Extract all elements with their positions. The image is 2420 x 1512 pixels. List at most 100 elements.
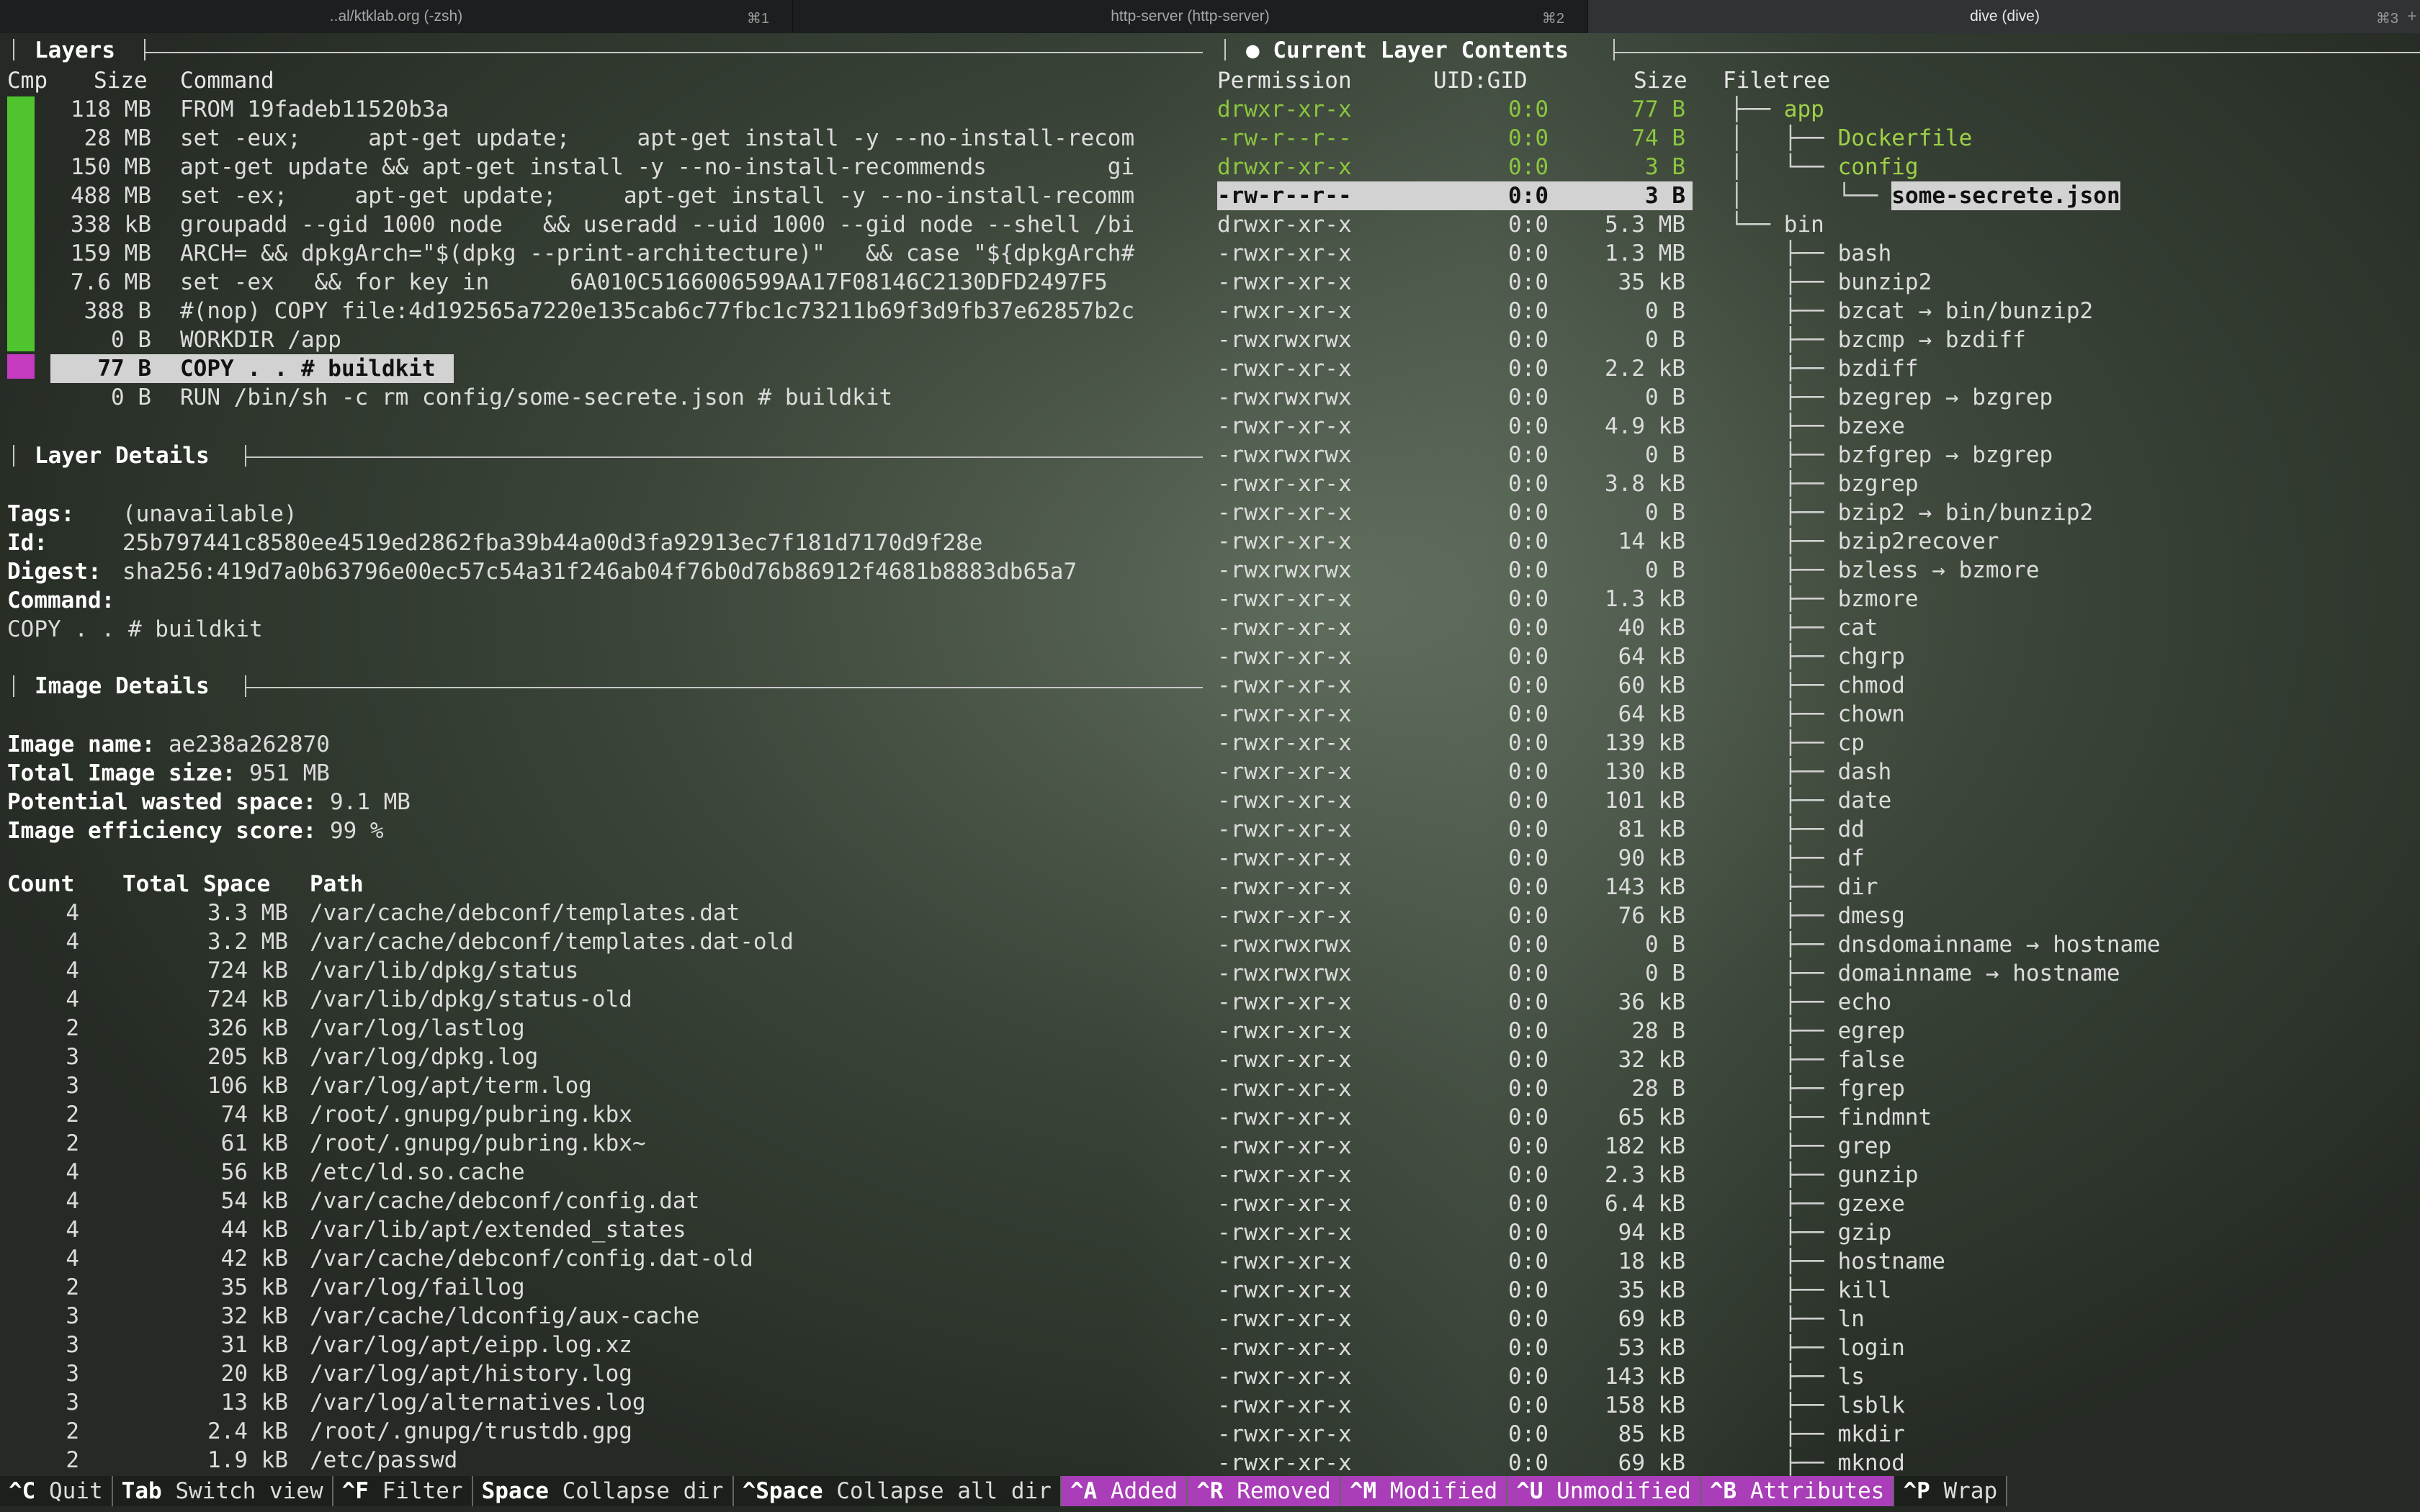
file-row[interactable]: -rwxr-xr-x 0:0 90 kB ├── df bbox=[1217, 844, 2420, 873]
file-uidgid: 0:0 bbox=[1508, 932, 1549, 958]
file-row[interactable]: -rwxrwxrwx 0:0 0 B ├── domainname → hostna… bbox=[1217, 959, 2420, 988]
file-row[interactable]: -rwxr-xr-x 0:0 69 kB ├── ln bbox=[1217, 1305, 2420, 1333]
file-row[interactable]: -rwxr-xr-x 0:0 139 kB ├── cp bbox=[1217, 729, 2420, 757]
file-name: cat bbox=[1837, 615, 1878, 641]
file-row[interactable]: -rwxr-xr-x 0:0 64 kB ├── chown bbox=[1217, 700, 2420, 729]
file-row[interactable]: -rwxr-xr-x 0:0 1.3 MB ├── bash bbox=[1217, 239, 2420, 268]
file-row[interactable]: -rwxr-xr-x 0:0 28 B ├── egrep bbox=[1217, 1017, 2420, 1045]
wasted-space-label: Potential wasted space: bbox=[7, 789, 317, 815]
keybinding-switch-view[interactable]: Tab Switch view bbox=[112, 1476, 333, 1506]
file-size: 0 B bbox=[1645, 384, 1685, 410]
file-row[interactable]: drwxr-xr-x 0:0 77 B ├── app bbox=[1217, 95, 2420, 124]
tree-branch: └── bbox=[1730, 212, 1784, 238]
keybinding-filter[interactable]: ^F Filter bbox=[333, 1476, 473, 1506]
keybinding-removed[interactable]: ^R Removed bbox=[1188, 1476, 1341, 1506]
keybinding-attributes[interactable]: ^B Attributes bbox=[1700, 1476, 1895, 1506]
keybinding-added[interactable]: ^A Added bbox=[1061, 1476, 1188, 1506]
waste-count: 4 bbox=[66, 1246, 79, 1272]
file-row[interactable]: drwxr-xr-x 0:0 5.3 MB └── bin bbox=[1217, 210, 2420, 239]
tab-http-server[interactable]: http-server (http-server) ⌘2 bbox=[793, 0, 1588, 33]
file-row[interactable]: -rwxr-xr-x 0:0 36 kB ├── echo bbox=[1217, 988, 2420, 1017]
file-row[interactable]: -rwxr-xr-x 0:0 35 kB ├── bunzip2 bbox=[1217, 268, 2420, 297]
waste-row: 4 724 kB/var/lib/dpkg/status bbox=[7, 956, 1196, 985]
tab-zsh[interactable]: ..al/ktklab.org (-zsh) ⌘1 bbox=[0, 0, 793, 33]
file-row[interactable]: -rwxr-xr-x 0:0 35 kB ├── kill bbox=[1217, 1276, 2420, 1305]
layer-row[interactable]: 28 MB set -eux; apt-get update; apt-get i… bbox=[50, 124, 1203, 153]
waste-row: 4 42 kB/var/cache/debconf/config.dat-old bbox=[7, 1244, 1196, 1273]
layer-row[interactable]: 338 kB groupadd --gid 1000 node && userad… bbox=[50, 210, 1203, 239]
file-row[interactable]: -rwxr-xr-x 0:0 53 kB ├── login bbox=[1217, 1333, 2420, 1362]
file-row[interactable]: -rwxr-xr-x 0:0 2.3 kB ├── gunzip bbox=[1217, 1161, 2420, 1189]
file-row[interactable]: drwxr-xr-x 0:0 3 B │ └── config bbox=[1217, 153, 2420, 181]
file-row[interactable]: -rwxr-xr-x 0:0 64 kB ├── chgrp bbox=[1217, 642, 2420, 671]
file-row[interactable]: -rwxr-xr-x 0:0 158 kB ├── lsblk bbox=[1217, 1391, 2420, 1420]
file-row[interactable]: -rwxr-xr-x 0:0 28 B ├── fgrep bbox=[1217, 1074, 2420, 1103]
keybinding-unmodified[interactable]: ^U Unmodified bbox=[1507, 1476, 1701, 1506]
file-row[interactable]: -rwxrwxrwx 0:0 0 B ├── bzfgrep → bzgrep bbox=[1217, 441, 2420, 469]
file-row[interactable]: -rwxr-xr-x 0:0 1.3 kB ├── bzmore bbox=[1217, 585, 2420, 613]
file-row[interactable]: -rwxr-xr-x 0:0 0 B ├── bzip2 → bin/bunzip2 bbox=[1217, 498, 2420, 527]
file-row[interactable]: -rwxr-xr-x 0:0 4.9 kB ├── bzexe bbox=[1217, 412, 2420, 441]
waste-total: 42 kB bbox=[220, 1246, 288, 1272]
layer-row[interactable]: 150 MB apt-get update && apt-get install … bbox=[50, 153, 1203, 181]
file-row[interactable]: -rwxrwxrwx 0:0 0 B ├── bzegrep → bzgrep bbox=[1217, 383, 2420, 412]
file-size: 0 B bbox=[1645, 500, 1685, 526]
keybinding-wrap[interactable]: ^P Wrap bbox=[1894, 1476, 2008, 1506]
file-row[interactable]: -rwxr-xr-x 0:0 130 kB ├── dash bbox=[1217, 757, 2420, 786]
file-row[interactable]: -rwxr-xr-x 0:0 101 kB ├── date bbox=[1217, 786, 2420, 815]
file-row[interactable]: -rwxr-xr-x 0:0 2.2 kB ├── bzdiff bbox=[1217, 354, 2420, 383]
keybinding-collapse-dir[interactable]: Space Collapse dir bbox=[472, 1476, 734, 1506]
file-row[interactable]: -rwxr-xr-x 0:0 85 kB ├── mkdir bbox=[1217, 1420, 2420, 1449]
file-row[interactable]: -rwxr-xr-x 0:0 143 kB ├── dir bbox=[1217, 873, 2420, 901]
file-uidgid: 0:0 bbox=[1508, 1220, 1549, 1246]
waste-row: 3 20 kB/var/log/apt/history.log bbox=[7, 1359, 1196, 1388]
file-row[interactable]: -rwxrwxrwx 0:0 0 B ├── dnsdomainname → hos… bbox=[1217, 930, 2420, 959]
tree-branch: ├── bbox=[1730, 672, 1838, 698]
keybinding-modified[interactable]: ^M Modified bbox=[1340, 1476, 1508, 1506]
file-row[interactable]: -rwxr-xr-x 0:0 3.8 kB ├── bzgrep bbox=[1217, 469, 2420, 498]
layer-row[interactable]: 77 B COPY . . # buildkit bbox=[50, 354, 1203, 383]
layer-row[interactable]: 7.6 MB set -ex && for key in 6A010C516600… bbox=[50, 268, 1203, 297]
file-row[interactable]: -rwxr-xr-x 0:0 0 B ├── bzcat → bin/bunzip2 bbox=[1217, 297, 2420, 325]
file-permission: -rwxr-xr-x bbox=[1217, 1018, 1352, 1044]
file-row[interactable]: -rwxr-xr-x 0:0 81 kB ├── dd bbox=[1217, 815, 2420, 844]
file-permission: -rwxr-xr-x bbox=[1217, 730, 1352, 756]
keybinding-key: ^M bbox=[1349, 1478, 1377, 1504]
file-row[interactable]: -rwxrwxrwx 0:0 0 B ├── bzless → bzmore bbox=[1217, 556, 2420, 585]
layer-row[interactable]: 0 B WORKDIR /app bbox=[50, 325, 1203, 354]
file-row[interactable]: -rwxr-xr-x 0:0 60 kB ├── chmod bbox=[1217, 671, 2420, 700]
tab-dive[interactable]: dive (dive) ⌘3 + bbox=[1588, 0, 2420, 33]
layer-row[interactable]: 388 B #(nop) COPY file:4d192565a7220e135c… bbox=[50, 297, 1203, 325]
file-row[interactable]: -rwxr-xr-x 0:0 76 kB ├── dmesg bbox=[1217, 901, 2420, 930]
layer-row[interactable]: 0 B RUN /bin/sh -c rm config/some-secrete… bbox=[50, 383, 1203, 412]
col-filetree-header: Filetree bbox=[1723, 68, 1831, 94]
file-size: 2.2 kB bbox=[1605, 356, 1685, 382]
keybinding-quit[interactable]: ^C Quit bbox=[0, 1476, 113, 1506]
waste-path: /var/lib/apt/extended_states bbox=[310, 1217, 686, 1243]
file-permission: -rwxr-xr-x bbox=[1217, 298, 1352, 324]
file-row[interactable]: -rwxr-xr-x 0:0 69 kB ├── mknod bbox=[1217, 1449, 2420, 1477]
layer-row[interactable]: 118 MB FROM 19fadeb11520b3a bbox=[50, 95, 1203, 124]
tab-label: dive (dive) bbox=[1970, 8, 2040, 24]
file-row[interactable]: -rwxr-xr-x 0:0 182 kB ├── grep bbox=[1217, 1132, 2420, 1161]
file-row[interactable]: -rwxr-xr-x 0:0 14 kB ├── bzip2recover bbox=[1217, 527, 2420, 556]
file-row[interactable]: -rwxr-xr-x 0:0 40 kB ├── cat bbox=[1217, 613, 2420, 642]
file-row[interactable]: -rwxr-xr-x 0:0 65 kB ├── findmnt bbox=[1217, 1103, 2420, 1132]
file-row[interactable]: -rwxrwxrwx 0:0 0 B ├── bzcmp → bzdiff bbox=[1217, 325, 2420, 354]
file-row[interactable]: -rw-r--r-- 0:0 74 B │ ├── Dockerfile bbox=[1217, 124, 2420, 153]
layer-command: set -eux; apt-get update; apt-get instal… bbox=[180, 125, 1135, 151]
keybinding-collapse-all-dir[interactable]: ^Space Collapse all dir bbox=[733, 1476, 1062, 1506]
file-row[interactable]: -rwxr-xr-x 0:0 32 kB ├── false bbox=[1217, 1045, 2420, 1074]
layer-row[interactable]: 488 MB set -ex; apt-get update; apt-get i… bbox=[50, 181, 1203, 210]
file-row[interactable]: -rwxr-xr-x 0:0 143 kB ├── ls bbox=[1217, 1362, 2420, 1391]
tree-branch: ├── bbox=[1730, 528, 1838, 554]
file-row[interactable]: -rwxr-xr-x 0:0 6.4 kB ├── gzexe bbox=[1217, 1189, 2420, 1218]
tree-branch: │ └── bbox=[1730, 154, 1838, 180]
file-row[interactable]: -rw-r--r-- 0:0 3 B │ └── some-secrete.json bbox=[1217, 181, 2420, 210]
layer-row[interactable]: 159 MB ARCH= && dpkgArch="$(dpkg --print-… bbox=[50, 239, 1203, 268]
new-tab-plus-icon[interactable]: + bbox=[2407, 6, 2417, 27]
file-row[interactable]: -rwxr-xr-x 0:0 18 kB ├── hostname bbox=[1217, 1247, 2420, 1276]
file-permission: -rwxr-xr-x bbox=[1217, 1364, 1352, 1390]
file-row[interactable]: -rwxr-xr-x 0:0 94 kB ├── gzip bbox=[1217, 1218, 2420, 1247]
layer-command: groupadd --gid 1000 node && useradd --ui… bbox=[180, 212, 1135, 238]
